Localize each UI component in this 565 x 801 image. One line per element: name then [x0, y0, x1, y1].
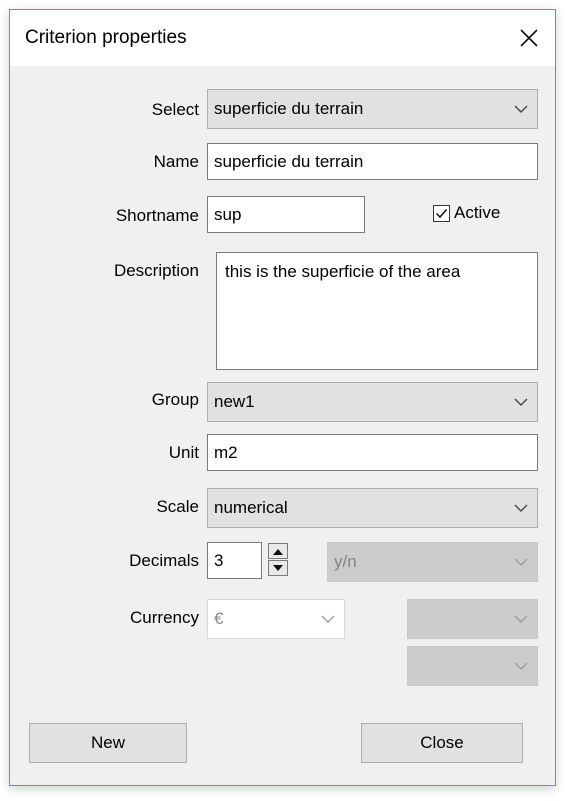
name-label: Name: [153, 152, 199, 171]
title-bar: Criterion properties: [10, 10, 555, 66]
currency-dropdown: €: [207, 599, 345, 639]
description-textarea[interactable]: this is the superficie of the area: [216, 252, 538, 370]
yn-value: y/n: [334, 552, 357, 571]
chevron-down-icon: [514, 615, 528, 623]
name-value: superficie du terrain: [214, 151, 364, 171]
shortname-value: sup: [214, 204, 242, 224]
unit-value: m2: [214, 442, 238, 462]
arrow-down-icon: [273, 564, 283, 571]
checkmark-icon: [435, 208, 448, 218]
decrement-button[interactable]: [268, 560, 288, 576]
select-label: Select: [151, 100, 199, 119]
close-button[interactable]: Close: [361, 723, 523, 763]
chevron-down-icon: [514, 105, 528, 113]
chevron-down-icon: [321, 615, 335, 623]
decimals-stepper[interactable]: [268, 543, 288, 579]
chevron-down-icon: [514, 504, 528, 512]
close-window-button[interactable]: [507, 16, 551, 60]
shortname-field[interactable]: sup: [207, 196, 365, 233]
increment-button[interactable]: [268, 543, 288, 559]
new-button-label: New: [90, 733, 125, 752]
decimals-label: Decimals: [129, 551, 199, 570]
active-checkbox[interactable]: Active: [433, 203, 500, 223]
unit-label: Unit: [168, 443, 199, 462]
chevron-down-icon: [514, 558, 528, 566]
name-field[interactable]: superficie du terrain: [207, 143, 538, 180]
description-value: this is the superficie of the area: [225, 262, 461, 281]
new-button[interactable]: New: [29, 723, 187, 763]
yn-dropdown: y/n: [327, 542, 538, 582]
select-dropdown[interactable]: superficie du terrain: [207, 89, 538, 129]
select-value: superficie du terrain: [214, 99, 364, 118]
description-label: Description: [113, 261, 199, 280]
currency-extra-dropdown-1: [407, 599, 538, 639]
unit-field[interactable]: m2: [207, 434, 538, 471]
arrow-up-icon: [273, 548, 283, 555]
decimals-value: 3: [214, 550, 224, 570]
checkbox-box: [433, 204, 450, 222]
group-value: new1: [214, 392, 255, 411]
chevron-down-icon: [514, 398, 528, 406]
currency-label: Currency: [130, 608, 199, 627]
close-icon: [520, 29, 538, 47]
scale-dropdown[interactable]: numerical: [207, 488, 538, 528]
chevron-down-icon: [514, 662, 528, 670]
shortname-label: Shortname: [115, 206, 199, 225]
active-label: Active: [454, 203, 501, 222]
criterion-properties-dialog: Criterion properties Select superficie d…: [9, 9, 556, 786]
close-button-label: Close: [420, 733, 464, 752]
scale-label: Scale: [156, 497, 199, 516]
currency-extra-dropdown-2: [407, 646, 538, 686]
currency-value: €: [214, 609, 224, 628]
decimals-field[interactable]: 3: [207, 542, 262, 579]
window-title: Criterion properties: [25, 27, 187, 48]
group-dropdown[interactable]: new1: [207, 382, 538, 422]
group-label: Group: [151, 390, 199, 409]
scale-value: numerical: [214, 498, 288, 517]
